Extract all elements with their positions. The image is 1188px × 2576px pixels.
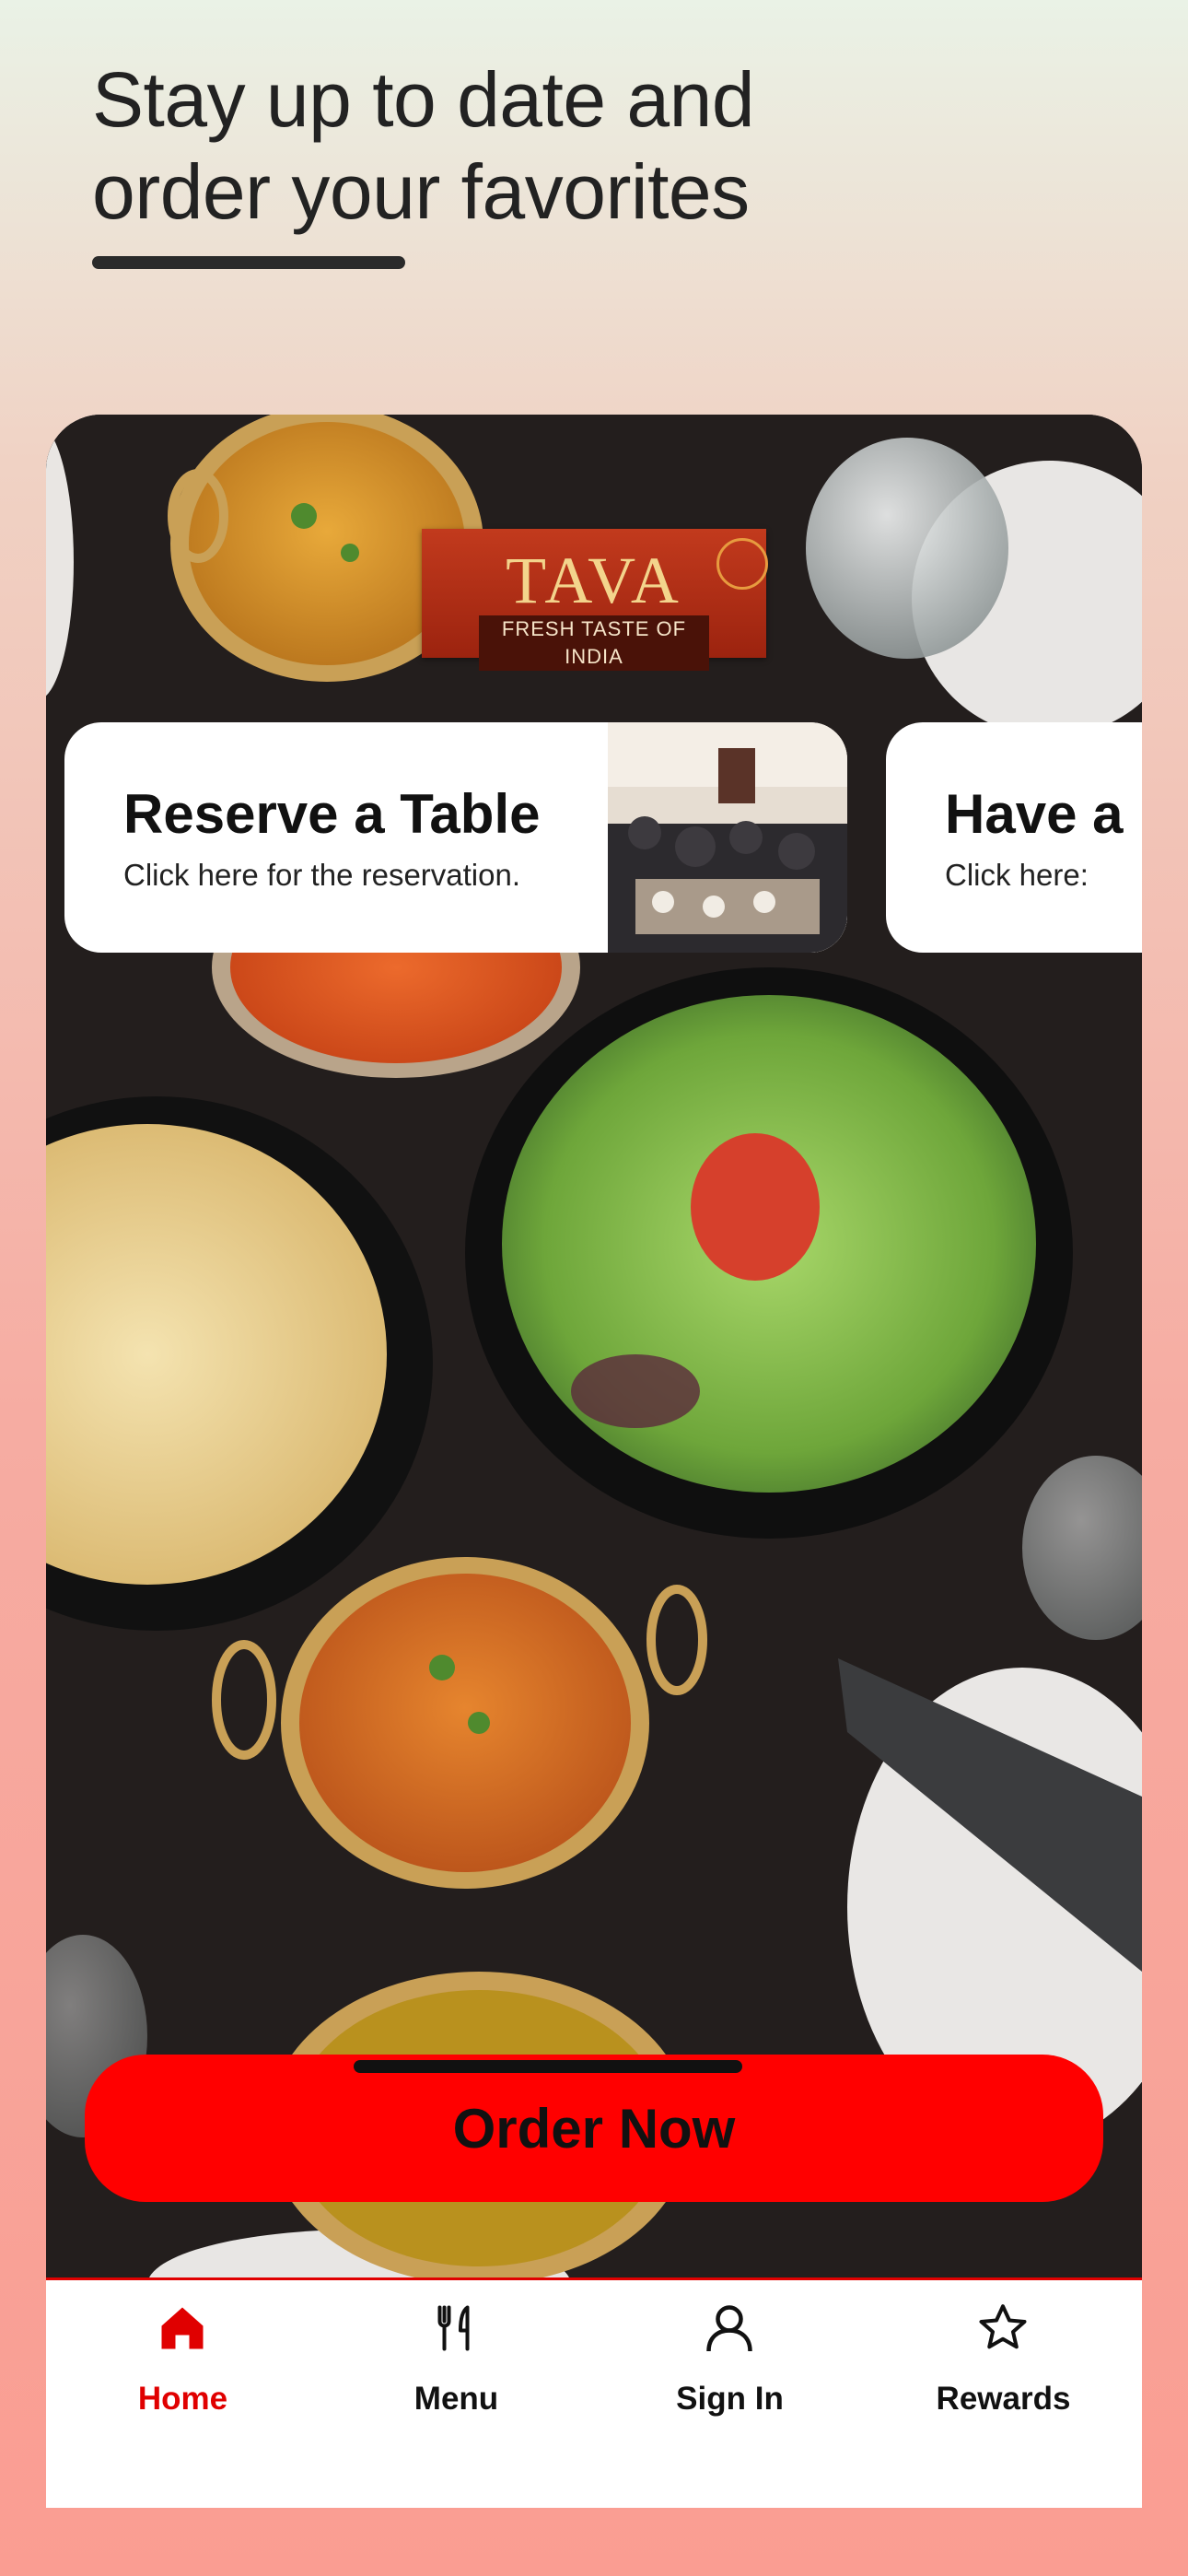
title-underline — [92, 256, 405, 269]
fork-knife-icon — [437, 2305, 470, 2351]
tab-home[interactable]: Home — [46, 2280, 320, 2437]
star-icon — [979, 2304, 1027, 2349]
user-icon — [706, 2305, 752, 2352]
tab-rewards[interactable]: Rewards — [867, 2280, 1140, 2437]
second-card-title: Have a — [945, 783, 1124, 845]
page-title: Stay up to date and order your favorites — [92, 53, 921, 238]
logo-tagline: FRESH TASTE OF INDIA — [479, 615, 709, 671]
order-now-button[interactable]: Order Now — [85, 2055, 1103, 2202]
tab-menu[interactable]: Menu — [320, 2280, 593, 2437]
logo-name: TAVA — [506, 544, 682, 617]
reserve-table-card[interactable]: Reserve a Table Click here for the reser… — [64, 722, 847, 953]
tab-rewards-label: Rewards — [936, 2381, 1071, 2417]
tab-sign-in-label: Sign In — [676, 2381, 784, 2417]
reserve-table-subtitle: Click here for the reservation. — [123, 858, 521, 892]
page-title-line-1: Stay up to date and — [92, 56, 755, 143]
food-spread-illustration — [46, 415, 1142, 2277]
page-title-line-2: order your favorites — [92, 148, 750, 235]
tab-home-label: Home — [137, 2381, 228, 2417]
second-card-subtitle: Click here: — [945, 858, 1089, 892]
second-action-card[interactable]: Have a Click here: — [886, 722, 1142, 953]
home-icon — [161, 2307, 204, 2349]
reserve-table-title: Reserve a Table — [123, 783, 541, 845]
restaurant-interior-photo — [608, 722, 847, 953]
restaurant-logo: TAVA FRESH TASTE OF INDIA — [422, 529, 768, 671]
hero-food-image: TAVA FRESH TASTE OF INDIA Reserve a Tabl… — [46, 415, 1142, 2277]
tab-menu-label: Menu — [413, 2381, 499, 2417]
home-indicator[interactable] — [354, 2060, 742, 2073]
tab-sign-in[interactable]: Sign In — [593, 2280, 867, 2437]
app-frame: TAVA FRESH TASTE OF INDIA Reserve a Tabl… — [46, 415, 1142, 2508]
bottom-tab-bar: Home Menu Sign In Rewards — [46, 2277, 1142, 2508]
